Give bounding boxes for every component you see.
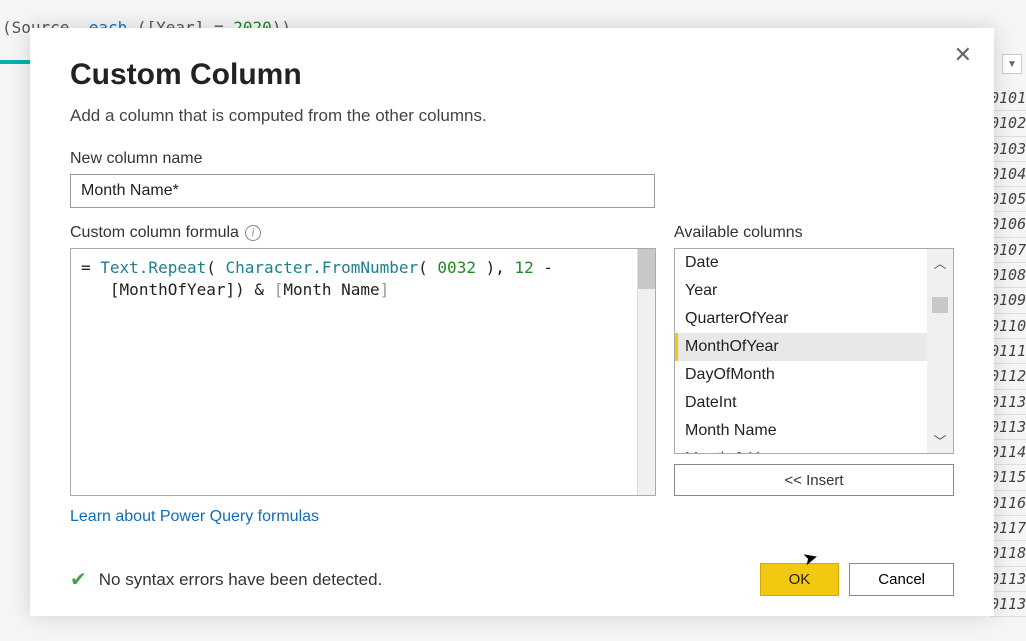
data-cell: 0108 [990,263,1026,288]
available-column-item[interactable]: QuarterOfYear [675,305,929,333]
scroll-down-icon[interactable]: ﹀ [927,427,953,453]
tab-indicator [0,60,34,64]
learn-link[interactable]: Learn about Power Query formulas [70,508,319,526]
scroll-up-icon[interactable]: ︿ [927,249,953,275]
data-cell: 0114 [990,440,1026,465]
data-cell: 0110 [990,314,1026,339]
available-column-item[interactable]: Year [675,277,929,305]
info-icon[interactable]: i [245,225,261,241]
available-column-item[interactable]: Month Name [675,417,929,445]
data-cell: 0104 [990,162,1026,187]
data-cell: 0116 [990,491,1026,516]
data-cell: 0102 [990,111,1026,136]
available-columns-list: DateYearQuarterOfYearMonthOfYearDayOfMon… [674,248,954,454]
formula-scrollbar[interactable] [637,249,655,495]
insert-button[interactable]: << Insert [674,464,954,496]
close-icon[interactable]: ✕ [954,44,972,66]
custom-column-dialog: ✕ Custom Column Add a column that is com… [30,28,994,616]
cancel-button[interactable]: Cancel [849,563,954,596]
data-cell: 0115 [990,465,1026,490]
scrollbar-thumb[interactable] [932,297,948,313]
formula-text: = Text.Repeat( Character.FromNumber( 003… [71,249,655,309]
check-icon: ✔ [70,567,87,592]
data-cell: 0112 [990,364,1026,389]
data-cell: 0113 [990,390,1026,415]
ok-button[interactable]: OK [760,563,840,596]
formula-editor[interactable]: = Text.Repeat( Character.FromNumber( 003… [70,248,656,496]
available-columns-label: Available columns [674,224,954,242]
data-cell: 0113 [990,415,1026,440]
status-text: No syntax errors have been detected. [99,570,750,590]
data-cell: 0118 [990,541,1026,566]
data-cell: 0105 [990,187,1026,212]
data-cell: 0109 [990,288,1026,313]
dialog-subtitle: Add a column that is computed from the o… [70,106,954,126]
data-cell: 0111 [990,339,1026,364]
available-column-item[interactable]: Date [675,249,929,277]
dialog-title: Custom Column [70,58,954,92]
column-dropdown-icon[interactable]: ▼ [1002,54,1022,74]
scrollbar-thumb[interactable] [638,249,655,289]
available-column-item[interactable]: DayOfMonth [675,361,929,389]
available-column-item[interactable]: DateInt [675,389,929,417]
data-cell: 0106 [990,212,1026,237]
data-cell: 0101 [990,86,1026,111]
data-cell: 0113 [990,567,1026,592]
data-cell: 0107 [990,238,1026,263]
data-cell: 0113 [990,592,1026,617]
background-data-column: 0101010201030104010501060107010801090110… [990,86,1026,617]
data-cell: 0103 [990,137,1026,162]
formula-label: Custom column formulai [70,224,656,242]
new-column-name-label: New column name [70,150,954,168]
available-column-item[interactable]: Month & Year [675,445,929,454]
available-scrollbar[interactable]: ︿ ﹀ [927,249,953,453]
new-column-name-input[interactable] [70,174,655,208]
data-cell: 0117 [990,516,1026,541]
available-column-item[interactable]: MonthOfYear [675,333,929,361]
